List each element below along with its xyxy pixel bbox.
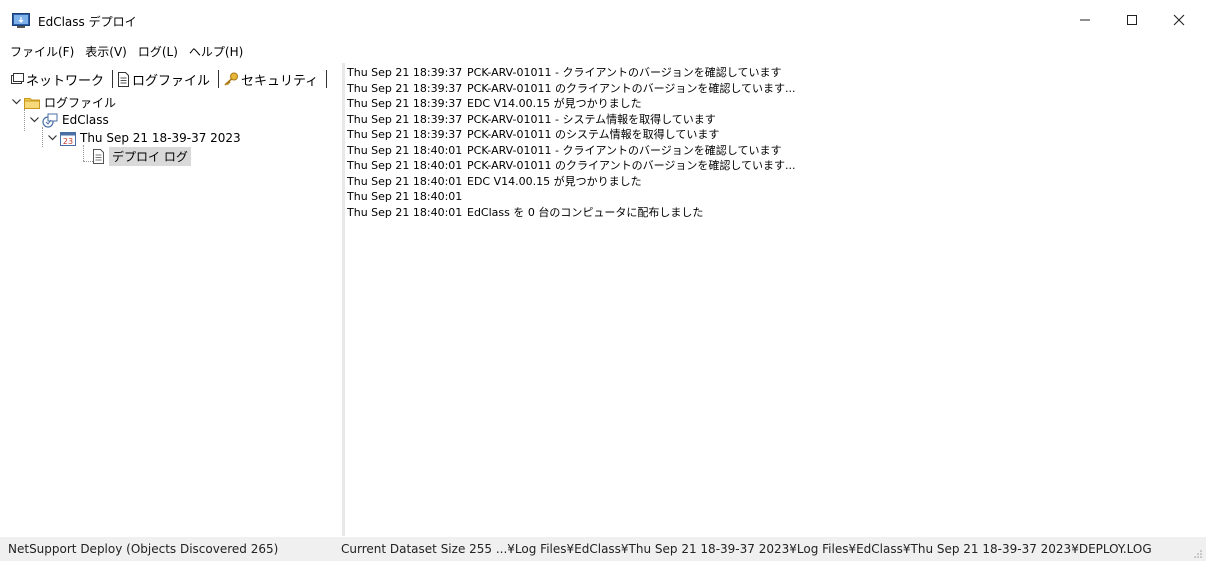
tree-node-edclass[interactable]: EdClass (28, 111, 109, 129)
tab-network[interactable]: ネットワーク (10, 70, 108, 89)
maximize-icon (1127, 15, 1137, 25)
log-entry: Thu Sep 21 18:39:37 PCK-ARV-01011 のクライアント… (347, 81, 796, 97)
close-icon (1173, 14, 1185, 26)
tree-connector (24, 109, 25, 131)
folder-icon (24, 96, 40, 109)
log-timestamp: Thu Sep 21 18:39:37 (347, 112, 463, 126)
tree-node-logfiles[interactable]: ログファイル (10, 93, 116, 111)
app-logo-icon (12, 13, 30, 29)
resize-grip-icon[interactable] (1193, 548, 1203, 558)
minimize-icon (1080, 19, 1090, 21)
menu-help[interactable]: ヘルプ(H) (189, 43, 243, 60)
tree-node-label: デプロイ ログ (109, 146, 191, 166)
log-timestamp: Thu Sep 21 18:40:01 (347, 174, 463, 188)
log-entry: Thu Sep 21 18:40:01 (347, 189, 796, 205)
chevron-down-icon[interactable] (10, 99, 22, 105)
log-timestamp: Thu Sep 21 18:39:37 (347, 81, 463, 95)
tree-node-deploy-log[interactable]: デプロイ ログ (92, 146, 191, 166)
log-timestamp: Thu Sep 21 18:39:37 (347, 97, 463, 110)
log-message: EdClass を 0 台のコンピュータに配布しました (467, 205, 704, 219)
tab-divider (218, 70, 220, 88)
log-timestamp: Thu Sep 21 18:40:01 (347, 143, 463, 157)
app-icon (42, 113, 58, 128)
log-timestamp: Thu Sep 21 18:39:37 (347, 66, 463, 79)
status-dataset-path: Current Dataset Size 255 ...¥Log Files¥E… (341, 542, 1152, 556)
tab-security[interactable]: セキュリティ (223, 70, 322, 89)
status-objects-discovered: NetSupport Deploy (Objects Discovered 26… (8, 542, 279, 556)
log-message: PCK-ARV-01011 のクライアントのバージョンを確認しています... (467, 81, 796, 95)
navigation-pane: ネットワーク ログファイル セキュリティ ログファイル EdClass 23 T… (4, 63, 342, 536)
log-timestamp: Thu Sep 21 18:40:01 (347, 205, 463, 219)
tab-security-label: セキュリティ (241, 73, 319, 89)
log-message: PCK-ARV-01011 のシステム情報を取得しています (467, 128, 720, 141)
chevron-down-icon[interactable] (46, 135, 58, 141)
tree-node-label: EdClass (62, 113, 109, 127)
log-message: PCK-ARV-01011 のクライアントのバージョンを確認しています... (467, 159, 796, 172)
tree-connector (83, 145, 84, 161)
log-entry: Thu Sep 21 18:40:01 EdClass を 0 台のコンピュータに… (347, 205, 796, 221)
log-entry: Thu Sep 21 18:40:01 PCK-ARV-01011 のクライアント… (347, 158, 796, 174)
log-message: PCK-ARV-01011 - クライアントのバージョンを確認しています (467, 143, 782, 157)
log-timestamp: Thu Sep 21 18:40:01 (347, 190, 463, 203)
log-list: Thu Sep 21 18:39:37 PCK-ARV-01011 - クライアン… (347, 65, 796, 220)
close-button[interactable] (1156, 0, 1202, 40)
log-entry: Thu Sep 21 18:40:01 EDC V14.00.15 が見つかりまし… (347, 174, 796, 190)
log-entry: Thu Sep 21 18:39:37 EDC V14.00.15 が見つかりまし… (347, 96, 796, 112)
window-title: EdClass デプロイ (38, 15, 137, 29)
document-icon (92, 148, 105, 164)
tree-node-label: ログファイル (44, 95, 117, 110)
log-entry: Thu Sep 21 18:40:01 PCK-ARV-01011 - クライアン… (347, 143, 796, 159)
minimize-button[interactable] (1062, 0, 1108, 40)
title-bar: EdClass デプロイ (0, 0, 1206, 40)
log-entry: Thu Sep 21 18:39:37 PCK-ARV-01011 - システム情… (347, 112, 796, 128)
log-message: PCK-ARV-01011 - クライアントのバージョンを確認しています (467, 66, 782, 79)
log-entry: Thu Sep 21 18:39:37 PCK-ARV-01011 - クライアン… (347, 65, 796, 81)
status-bar: NetSupport Deploy (Objects Discovered 26… (0, 537, 1206, 561)
log-view: Thu Sep 21 18:39:37 PCK-ARV-01011 - クライアン… (345, 63, 1206, 536)
menu-view[interactable]: 表示(V) (85, 43, 127, 60)
chevron-down-icon[interactable] (28, 117, 40, 123)
tab-divider (112, 70, 114, 88)
maximize-button[interactable] (1109, 0, 1155, 40)
calendar-day: 23 (63, 137, 73, 146)
log-entry: Thu Sep 21 18:39:37 PCK-ARV-01011 のシステム情報… (347, 127, 796, 143)
log-timestamp: Thu Sep 21 18:40:01 (347, 159, 463, 172)
menu-file[interactable]: ファイル(F) (10, 43, 74, 60)
tree-connector (42, 127, 43, 147)
log-message: PCK-ARV-01011 - システム情報を取得しています (467, 112, 716, 126)
menu-bar: ファイル(F) 表示(V) ログ(L) ヘルプ(H) (0, 40, 1206, 62)
tab-logfiles[interactable]: ログファイル (117, 70, 214, 89)
menu-log[interactable]: ログ(L) (138, 43, 178, 60)
log-message: EDC V14.00.15 が見つかりました (467, 97, 642, 110)
tree-node-session[interactable]: 23 Thu Sep 21 18-39-37 2023 (46, 129, 241, 147)
network-icon (10, 72, 24, 86)
key-icon (223, 72, 239, 86)
log-message: EDC V14.00.15 が見つかりました (467, 174, 642, 188)
tab-divider (326, 70, 328, 88)
pane-tabs: ネットワーク ログファイル セキュリティ (10, 69, 331, 89)
calendar-icon: 23 (60, 131, 76, 146)
document-icon (117, 71, 130, 87)
tab-network-label: ネットワーク (26, 73, 105, 89)
tab-logfiles-label: ログファイル (132, 73, 211, 89)
tree-node-label: Thu Sep 21 18-39-37 2023 (80, 131, 241, 145)
log-timestamp: Thu Sep 21 18:39:37 (347, 128, 463, 141)
